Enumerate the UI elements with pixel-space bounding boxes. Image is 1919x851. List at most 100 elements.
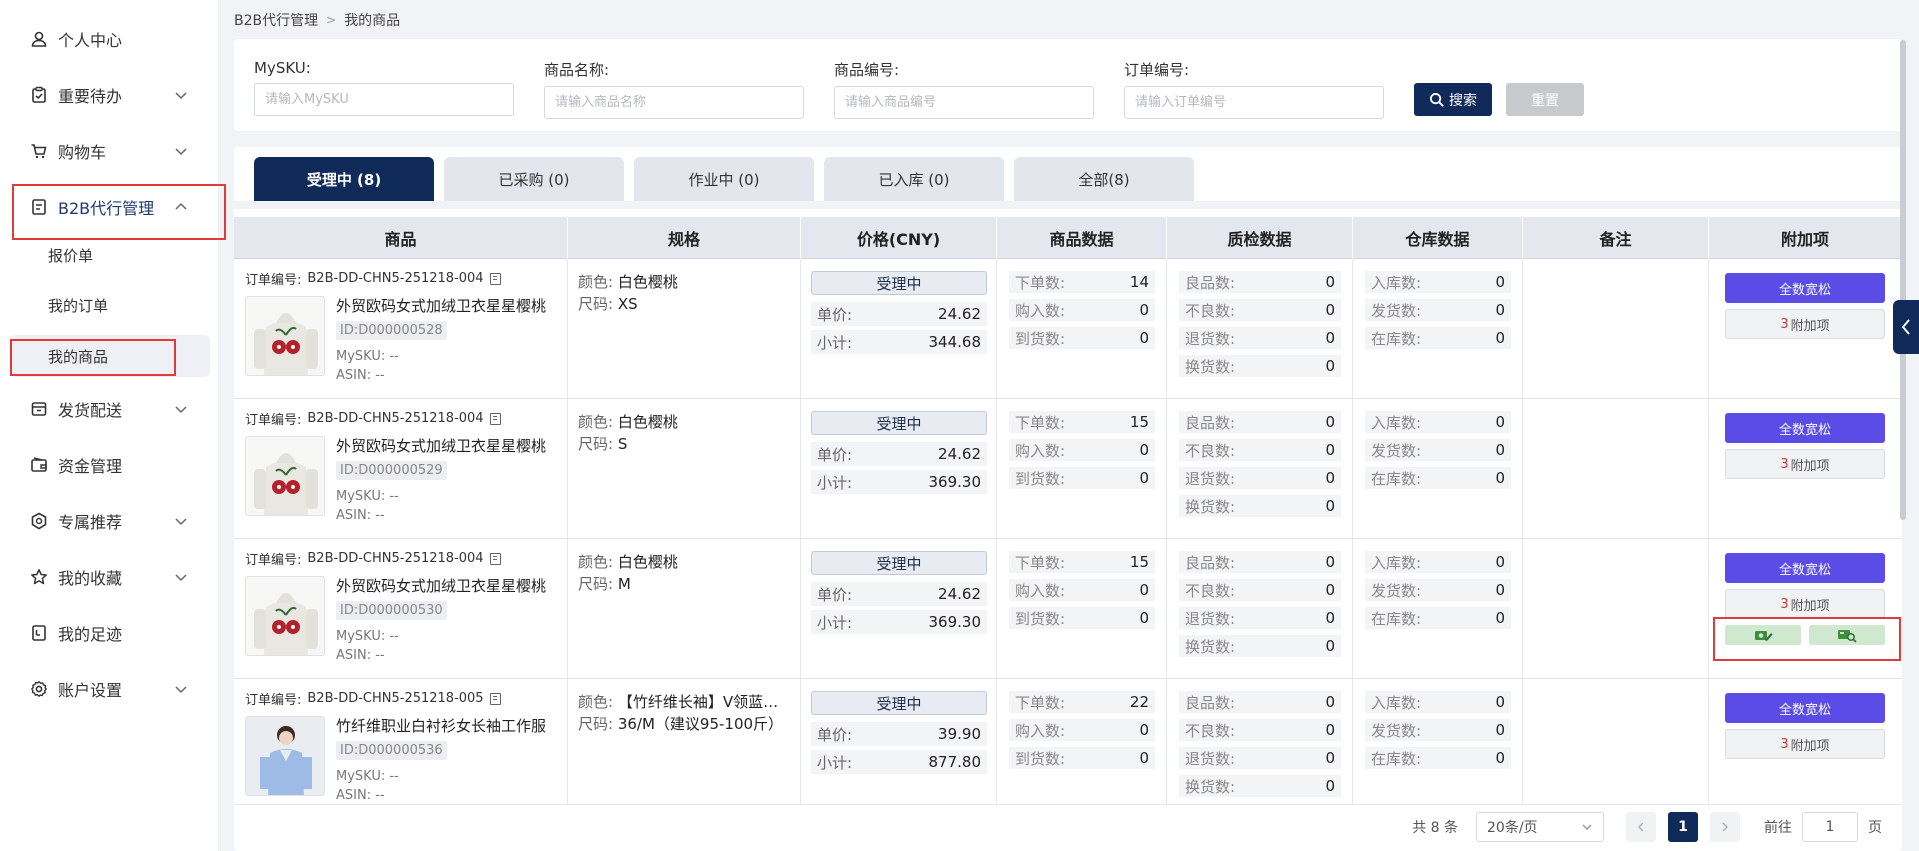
gd-cell: 下单数: 14 购入数: 0 到货数: 0 bbox=[997, 259, 1167, 399]
sidebar-item-2[interactable]: 购物车 bbox=[0, 131, 219, 171]
wh-value: 0 bbox=[1495, 749, 1505, 767]
spec-cell: 颜色: 白色樱桃 尺码: M bbox=[568, 539, 801, 679]
prev-page-button[interactable] bbox=[1626, 811, 1656, 842]
addon-button[interactable]: 3 附加项 bbox=[1725, 449, 1885, 479]
sidebar-item-9[interactable]: 账户设置 bbox=[0, 669, 219, 709]
product-id: ID:D000000536 bbox=[336, 741, 447, 760]
addon-count: 3 bbox=[1780, 316, 1789, 332]
sidebar-item-6[interactable]: 专属推荐 bbox=[0, 501, 219, 541]
tab-1[interactable]: 已采购 (0) bbox=[444, 157, 624, 201]
price-line: 单价: 39.90 bbox=[811, 722, 987, 746]
sidebar-subitem-2[interactable]: 我的商品 bbox=[10, 335, 210, 377]
tab-4[interactable]: 全部(8) bbox=[1014, 157, 1194, 201]
page-size-select[interactable]: 20条/页 bbox=[1476, 811, 1604, 842]
addon-button[interactable]: 3 附加项 bbox=[1725, 309, 1885, 339]
column-header: 商品 bbox=[234, 217, 568, 259]
spec-size: 尺码: XS bbox=[578, 293, 638, 314]
product-thumbnail[interactable] bbox=[245, 576, 325, 656]
tab-3[interactable]: 已入库 (0) bbox=[824, 157, 1004, 201]
status-badge: 受理中 bbox=[811, 271, 987, 295]
box-icon bbox=[28, 398, 50, 420]
sidebar-item-1[interactable]: 重要待办 bbox=[0, 75, 219, 115]
sidebar-item-4[interactable]: 发货配送 bbox=[0, 389, 219, 429]
gd-label: 到货数: bbox=[1015, 469, 1066, 488]
next-page-button[interactable] bbox=[1710, 811, 1740, 842]
spec-color: 颜色: 白色樱桃 bbox=[578, 271, 788, 292]
product-thumbnail[interactable] bbox=[245, 436, 325, 516]
gd-line: 下单数: 14 bbox=[1009, 271, 1155, 293]
sku-input[interactable] bbox=[254, 83, 514, 116]
product-name[interactable]: 外贸欧码女式加绒卫衣星星樱桃 bbox=[336, 295, 558, 316]
side-panel-toggle[interactable] bbox=[1893, 300, 1919, 354]
product-name[interactable]: 外贸欧码女式加绒卫衣星星樱桃 bbox=[336, 435, 558, 456]
wh-line: 在库数: 0 bbox=[1365, 467, 1511, 489]
gd-value: 0 bbox=[1139, 301, 1149, 319]
gd-value: 14 bbox=[1129, 273, 1149, 291]
sidebar-item-label: 我的足迹 bbox=[58, 625, 123, 644]
addon-button[interactable]: 3 附加项 bbox=[1725, 589, 1885, 619]
sidebar-item-5[interactable]: 资金管理 bbox=[0, 445, 219, 485]
product-asin: ASIN: -- bbox=[336, 508, 385, 523]
reset-button[interactable]: 重置 bbox=[1506, 83, 1584, 116]
full-relax-button[interactable]: 全数宽松 bbox=[1725, 273, 1885, 303]
sidebar-subitem-0[interactable]: 报价单 bbox=[10, 234, 210, 276]
money-search-button[interactable] bbox=[1809, 625, 1885, 645]
order-value: B2B-DD-CHN5-251218-005 bbox=[307, 691, 484, 706]
full-relax-button[interactable]: 全数宽松 bbox=[1725, 413, 1885, 443]
wh-line: 入库数: 0 bbox=[1365, 411, 1511, 433]
tab-2[interactable]: 作业中 (0) bbox=[634, 157, 814, 201]
product-name[interactable]: 竹纤维职业白衬衫女长袖工作服 bbox=[336, 715, 558, 736]
copy-icon[interactable] bbox=[489, 692, 501, 705]
code-input[interactable] bbox=[834, 86, 1094, 119]
price-value: 24.62 bbox=[938, 585, 981, 603]
addon-label: 附加项 bbox=[1790, 598, 1830, 614]
copy-icon[interactable] bbox=[489, 272, 501, 285]
goto-input[interactable]: 1 bbox=[1802, 811, 1858, 842]
name-label: 商品名称: bbox=[544, 61, 610, 79]
price-line: 小计: 369.30 bbox=[811, 610, 987, 634]
document-icon bbox=[28, 196, 50, 218]
copy-icon[interactable] bbox=[489, 412, 501, 425]
gd-value: 22 bbox=[1129, 693, 1149, 711]
wallet-icon bbox=[28, 454, 50, 476]
reset-label: 重置 bbox=[1531, 92, 1559, 109]
qc-value: 0 bbox=[1325, 637, 1335, 655]
order-input[interactable] bbox=[1124, 86, 1384, 119]
addon-cell: 全数宽松 3 附加项 bbox=[1709, 399, 1902, 539]
sidebar-item-8[interactable]: 我的足迹 bbox=[0, 613, 219, 653]
table-row: 订单编号: B2B-DD-CHN5-251218-005 竹纤维职业白衬衫女长袖工作… bbox=[234, 679, 1902, 819]
qc-line: 换货数: 0 bbox=[1179, 775, 1341, 797]
name-input[interactable] bbox=[544, 86, 804, 119]
order-value: B2B-DD-CHN5-251218-004 bbox=[307, 271, 484, 286]
product-name[interactable]: 外贸欧码女式加绒卫衣星星樱桃 bbox=[336, 575, 558, 596]
sku-filter: MySKU: bbox=[254, 59, 514, 116]
copy-icon[interactable] bbox=[489, 552, 501, 565]
scrollbar[interactable] bbox=[1900, 40, 1906, 520]
sidebar-subitem-1[interactable]: 我的订单 bbox=[10, 284, 210, 326]
addon-button[interactable]: 3 附加项 bbox=[1725, 729, 1885, 759]
spec-size: 尺码: M bbox=[578, 573, 631, 594]
full-relax-button[interactable]: 全数宽松 bbox=[1725, 553, 1885, 583]
qc-value: 0 bbox=[1325, 469, 1335, 487]
wh-label: 入库数: bbox=[1371, 413, 1422, 432]
search-button[interactable]: 搜索 bbox=[1414, 83, 1492, 116]
page-number[interactable]: 1 bbox=[1668, 811, 1698, 842]
product-thumbnail[interactable] bbox=[245, 296, 325, 376]
chevron-up-icon bbox=[173, 199, 189, 215]
qc-value: 0 bbox=[1325, 581, 1335, 599]
full-relax-button[interactable]: 全数宽松 bbox=[1725, 693, 1885, 723]
gd-line: 到货数: 0 bbox=[1009, 327, 1155, 349]
gd-value: 0 bbox=[1139, 329, 1149, 347]
qc-label: 换货数: bbox=[1185, 637, 1236, 656]
tab-0[interactable]: 受理中 (8) bbox=[254, 157, 434, 201]
qc-label: 不良数: bbox=[1185, 441, 1236, 460]
sidebar-item-0[interactable]: 个人中心 bbox=[0, 19, 219, 59]
product-thumbnail[interactable] bbox=[245, 716, 325, 796]
gd-cell: 下单数: 15 购入数: 0 到货数: 0 bbox=[997, 539, 1167, 679]
sidebar-item-7[interactable]: 我的收藏 bbox=[0, 557, 219, 597]
wh-label: 发货数: bbox=[1371, 301, 1422, 320]
breadcrumb-parent[interactable]: B2B代行管理 bbox=[234, 10, 318, 30]
money-edit-button[interactable] bbox=[1725, 625, 1801, 645]
qc-label: 退货数: bbox=[1185, 749, 1236, 768]
sidebar-item-3[interactable]: B2B代行管理 bbox=[0, 187, 219, 227]
